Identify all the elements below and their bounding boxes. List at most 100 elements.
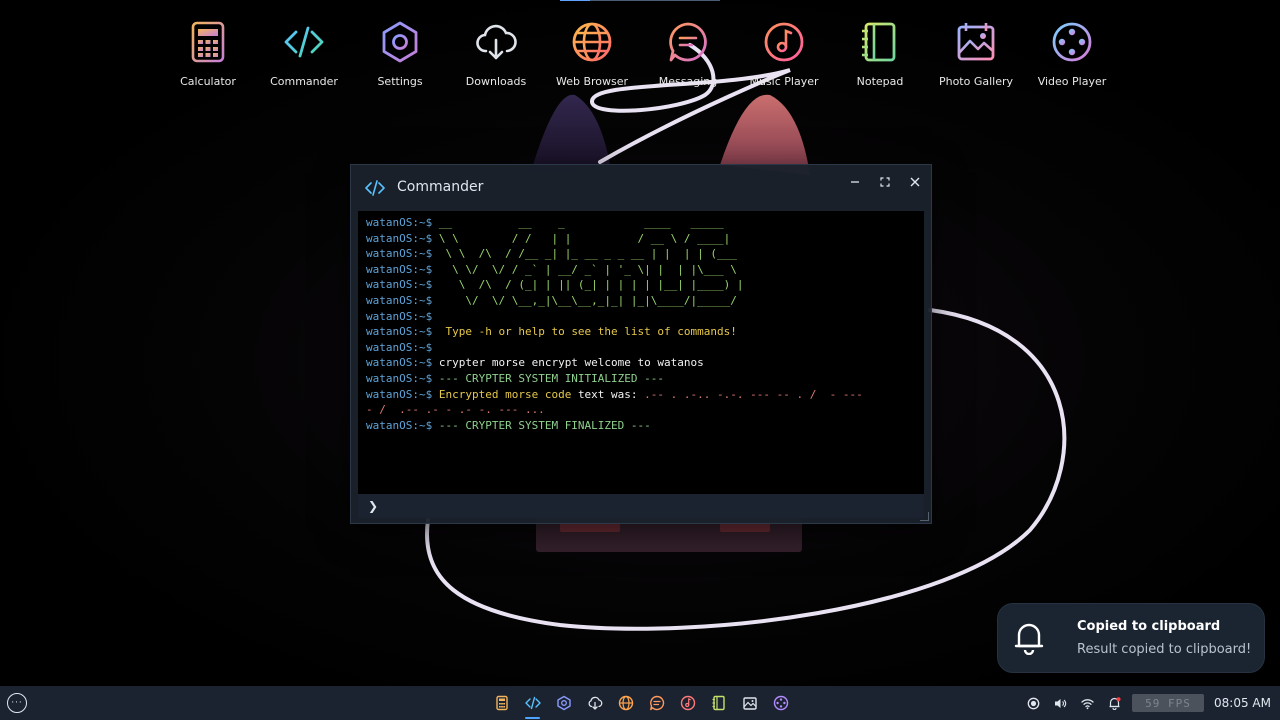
- ascii-art-line: \/ \/ \__,_|\__\__,_|_| |_|\____/|_____/: [438, 293, 744, 307]
- notification-body: Result copied to clipboard!: [1077, 642, 1252, 657]
- terminal-line: watanOS:~$ \ /\ / (_| | || (_| | | | | |…: [366, 277, 916, 293]
- maximize-button[interactable]: [872, 169, 898, 195]
- desktop-icon-music-player[interactable]: Music Player: [736, 20, 832, 88]
- desktop-icon-label: Downloads: [465, 75, 527, 88]
- taskbar-app-downloads[interactable]: [579, 691, 610, 715]
- taskbar-app-music-player[interactable]: [672, 691, 703, 715]
- terminal-line: watanOS:~$ Type -h or help to see the li…: [366, 324, 916, 340]
- terminal-prompt: watanOS:~$: [366, 325, 433, 339]
- terminal-line: watanOS:~$ __ __ _ ____ _____: [366, 215, 916, 231]
- ascii-art-line: __ __ _ ____ _____: [438, 216, 731, 229]
- record-button[interactable]: [1020, 686, 1047, 720]
- ascii-art-line: \ \ /\ / /__ _| |_ __ _ _ __ | | | | (__…: [438, 247, 751, 261]
- terminal-prompt: watanOS:~$: [366, 387, 433, 401]
- desktop-icon-photo-gallery[interactable]: Photo Gallery: [928, 20, 1024, 88]
- taskbar-app-messaging[interactable]: [641, 691, 672, 715]
- terminal-prompt: watanOS:~$: [366, 418, 433, 432]
- volume-button[interactable]: [1047, 686, 1074, 720]
- notepad-icon: [712, 695, 725, 711]
- notifications-button[interactable]: [1101, 686, 1128, 720]
- taskbar-apps: [486, 691, 796, 719]
- ascii-art-line: \ \ / / | | / __ \ / ____|: [438, 231, 731, 245]
- bell-icon: [1014, 623, 1044, 655]
- taskbar-app-photo-gallery[interactable]: [734, 691, 765, 715]
- more-options-icon: ···: [11, 697, 23, 708]
- terminal-prompt: watanOS:~$: [366, 278, 433, 292]
- globe-icon: [572, 22, 612, 62]
- notification-title: Copied to clipboard: [1077, 619, 1221, 634]
- commander-window[interactable]: Commander watanOS:~$ __ __ _ ____ _____ …: [350, 164, 932, 524]
- close-button[interactable]: [902, 169, 928, 195]
- wifi-icon: [1081, 698, 1094, 709]
- terminal-prompt: watanOS:~$: [366, 231, 433, 245]
- desktop-icon-downloads[interactable]: Downloads: [448, 20, 544, 88]
- calculator-icon: [191, 21, 225, 63]
- terminal-prompt: watanOS:~$: [366, 309, 433, 323]
- cloud-download-icon: [588, 696, 602, 710]
- start-menu-button[interactable]: ···: [7, 693, 27, 713]
- minimize-icon: [851, 181, 859, 183]
- taskbar-app-settings[interactable]: [548, 691, 579, 715]
- system-message: --- CRYPTER SYSTEM INITIALIZED ---: [438, 371, 665, 385]
- fps-counter: 59 FPS: [1132, 694, 1205, 712]
- encrypted-label-suffix: text was:: [577, 387, 638, 401]
- code-icon: [284, 26, 324, 58]
- entered-command: crypter morse encrypt welcome to watanos: [438, 356, 704, 370]
- resize-handle[interactable]: [920, 512, 929, 521]
- taskbar-app-commander[interactable]: [517, 691, 548, 719]
- taskbar-app-video-player[interactable]: [765, 691, 796, 715]
- photo-gallery-icon: [742, 697, 757, 710]
- desktop: Calculator Commander Settings Downloads: [0, 0, 1280, 720]
- chat-bubble-icon: [649, 695, 664, 711]
- desktop-icon-settings[interactable]: Settings: [352, 20, 448, 88]
- terminal-output[interactable]: watanOS:~$ __ __ _ ____ _____ watanOS:~$…: [358, 211, 924, 494]
- command-input-bar[interactable]: ❯: [358, 494, 924, 518]
- terminal-prompt: watanOS:~$: [366, 371, 433, 385]
- terminal-line: watanOS:~$ crypter morse encrypt welcome…: [366, 355, 916, 371]
- maximize-icon: [880, 177, 890, 187]
- calculator-icon: [495, 695, 508, 711]
- morse-output-continued: - / .-- .- - .- -. --- ...: [366, 403, 545, 417]
- terminal-prompt: watanOS:~$: [366, 293, 433, 307]
- terminal-prompt: watanOS:~$: [366, 340, 433, 354]
- taskbar-app-notepad[interactable]: [703, 691, 734, 715]
- film-reel-icon: [1052, 22, 1092, 62]
- wifi-button[interactable]: [1074, 686, 1101, 720]
- terminal-line: watanOS:~$ Encrypted morse code text was…: [366, 387, 916, 403]
- music-disc-icon: [680, 695, 695, 711]
- help-hint: Type -h or help to see the list of comma…: [445, 325, 737, 339]
- photo-gallery-icon: [957, 23, 995, 61]
- desktop-icon-video-player[interactable]: Video Player: [1024, 20, 1120, 88]
- terminal-line: watanOS:~$ --- CRYPTER SYSTEM INITIALIZE…: [366, 371, 916, 387]
- desktop-icon-calculator[interactable]: Calculator: [160, 20, 256, 88]
- desktop-icon-label: Commander: [270, 75, 338, 88]
- chat-bubble-icon: [669, 22, 707, 62]
- record-icon: [1027, 697, 1040, 709]
- desktop-icon-commander[interactable]: Commander: [256, 20, 352, 88]
- close-icon: [910, 177, 920, 187]
- chevron-right-icon: ❯: [368, 499, 379, 513]
- notification-toast[interactable]: Copied to clipboard Result copied to cli…: [997, 603, 1265, 673]
- minimize-button[interactable]: [842, 169, 868, 195]
- desktop-icon-notepad[interactable]: Notepad: [832, 20, 928, 88]
- desktop-icon-label: Calculator: [180, 75, 236, 88]
- terminal-line: watanOS:~$ \ \ / / | | / __ \ / ____|: [366, 231, 916, 247]
- clock[interactable]: 08:05 AM: [1214, 696, 1271, 710]
- taskbar-app-web-browser[interactable]: [610, 691, 641, 715]
- terminal-line: watanOS:~$ \/ \/ \__,_|\__\__,_|_| |_|\_…: [366, 293, 916, 309]
- desktop-icon-messaging[interactable]: Messaging: [640, 20, 736, 88]
- encrypted-label: Encrypted morse code: [438, 387, 572, 401]
- top-indicator: [560, 0, 720, 1]
- terminal-line: watanOS:~$: [366, 309, 916, 325]
- desktop-icon-label: Messaging: [658, 75, 718, 88]
- desktop-icon-web-browser[interactable]: Web Browser: [544, 20, 640, 88]
- command-input[interactable]: [386, 498, 911, 514]
- film-reel-icon: [773, 695, 788, 711]
- terminal-line: watanOS:~$ \ \/ \/ / _` | __/ _` | '_ \|…: [366, 262, 916, 278]
- window-title: Commander: [397, 179, 484, 195]
- window-titlebar[interactable]: Commander: [351, 165, 931, 211]
- globe-icon: [618, 695, 633, 711]
- terminal-prompt: watanOS:~$: [366, 247, 433, 261]
- taskbar-app-calculator[interactable]: [486, 691, 517, 715]
- terminal-line: watanOS:~$ \ \ /\ / /__ _| |_ __ _ _ __ …: [366, 246, 916, 262]
